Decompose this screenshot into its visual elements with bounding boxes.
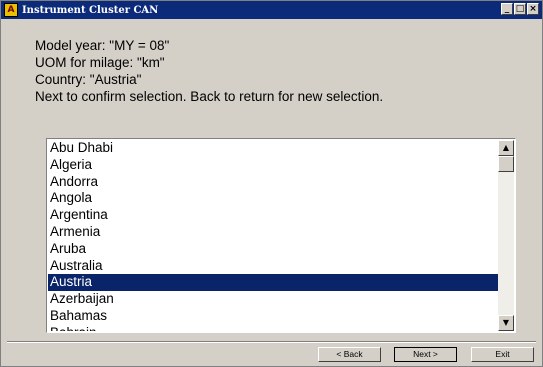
next-button[interactable]: Next >: [394, 347, 457, 362]
minimize-button[interactable]: _: [501, 3, 513, 15]
list-item[interactable]: Bahamas: [48, 308, 498, 325]
country-text: Country: "Austria": [35, 72, 142, 87]
list-item[interactable]: Argentina: [48, 207, 498, 224]
maximize-button[interactable]: □: [514, 3, 526, 15]
list-item[interactable]: Azerbaijan: [48, 291, 498, 308]
list-scrollbar[interactable]: ▲ ▼: [498, 140, 514, 331]
selection-info: Model year: "MY = 08" UOM for milage: "k…: [35, 37, 383, 105]
scroll-up-arrow-icon[interactable]: ▲: [498, 140, 514, 156]
list-item[interactable]: Australia: [48, 258, 498, 275]
list-item[interactable]: Armenia: [48, 224, 498, 241]
scroll-down-arrow-icon[interactable]: ▼: [498, 315, 514, 331]
model-year-text: Model year: "MY = 08": [35, 38, 170, 53]
window-controls: _ □ ×: [501, 3, 539, 15]
uom-text: UOM for milage: "km": [35, 55, 165, 70]
close-button[interactable]: ×: [527, 3, 539, 15]
list-item[interactable]: Abu Dhabi: [48, 140, 498, 157]
list-item[interactable]: Austria: [48, 274, 498, 292]
exit-button[interactable]: Exit: [471, 347, 534, 362]
scrollbar-thumb[interactable]: [498, 156, 514, 172]
list-item[interactable]: Bahrain: [48, 325, 498, 331]
list-item[interactable]: Aruba: [48, 241, 498, 258]
back-button[interactable]: < Back: [318, 347, 381, 362]
footer-divider: [7, 341, 536, 343]
country-listbox[interactable]: Abu Dhabi Algeria Andorra Angola Argentina Ar…: [46, 138, 516, 333]
app-icon: A: [4, 3, 18, 17]
instruction-text: Next to confirm selection. Back to retur…: [35, 89, 384, 104]
country-list: Abu Dhabi Algeria Andorra Angola Argentina Ar…: [48, 140, 498, 331]
dialog-window: A Instrument Cluster CAN _ □ × Model yea…: [0, 0, 543, 367]
list-item[interactable]: Algeria: [48, 157, 498, 174]
list-item[interactable]: Andorra: [48, 174, 498, 191]
window-title: Instrument Cluster CAN: [22, 4, 159, 16]
title-bar[interactable]: A Instrument Cluster CAN _ □ ×: [1, 1, 542, 19]
list-item[interactable]: Angola: [48, 190, 498, 207]
